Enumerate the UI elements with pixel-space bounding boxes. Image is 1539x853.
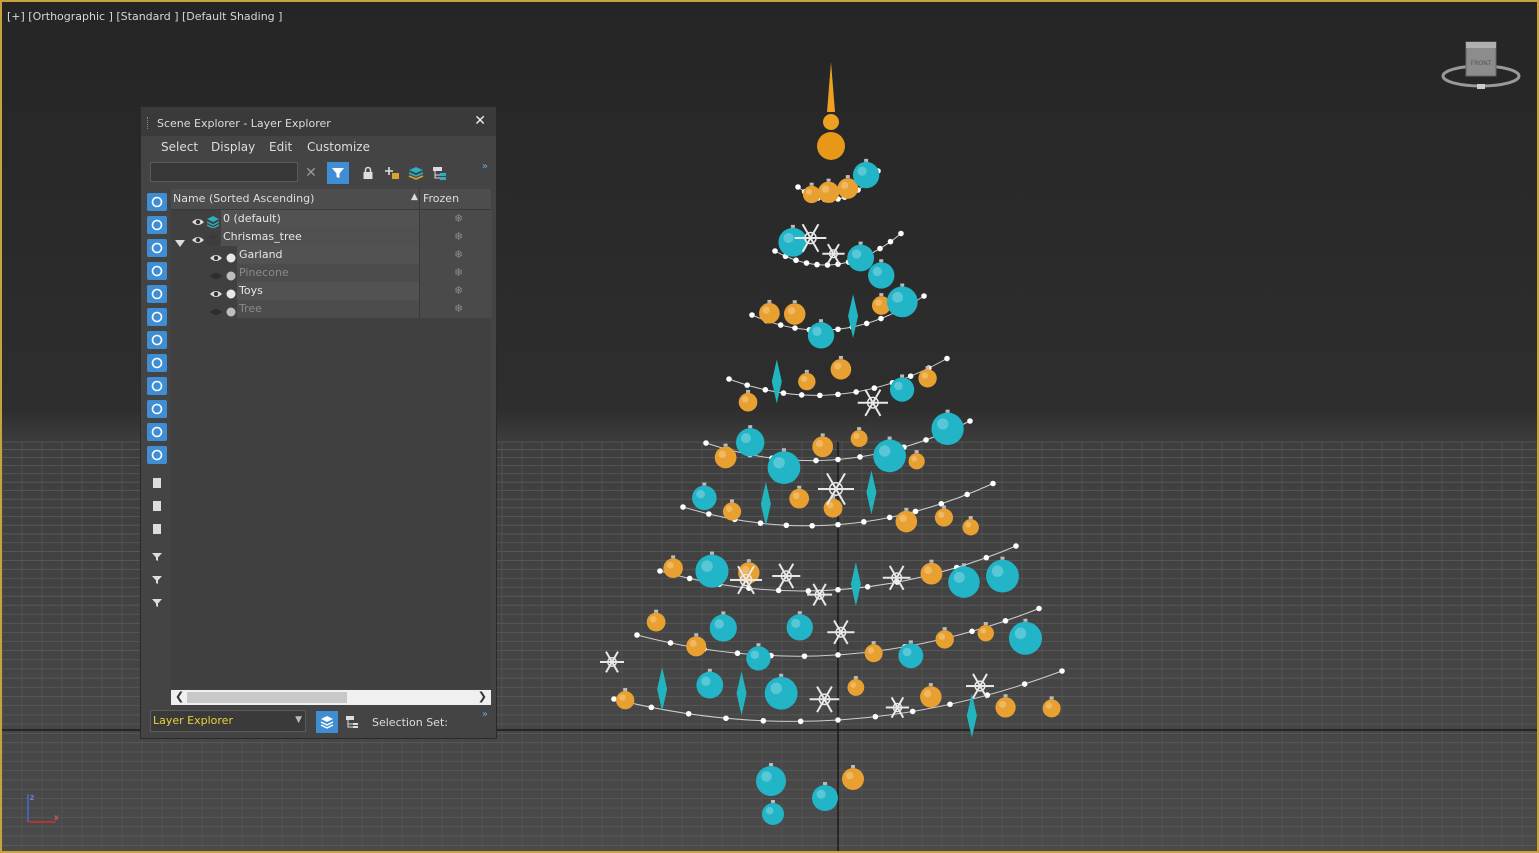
display-none-icon[interactable] [147, 497, 167, 515]
xref-filter-icon[interactable] [147, 354, 167, 372]
display-filter-sidebar [146, 191, 170, 711]
snowflake-icon: ❄ [454, 230, 464, 243]
spacewarp-filter-icon[interactable] [147, 308, 167, 326]
object-dot-icon [225, 303, 237, 317]
close-icon[interactable]: ✕ [474, 113, 486, 129]
column-frozen[interactable]: Frozen [419, 189, 492, 209]
filter-settings-icon[interactable] [147, 548, 167, 566]
layer-row[interactable]: Tree ❄ [171, 300, 492, 318]
lock-icon[interactable] [357, 162, 379, 184]
viewcube-face-label: FRONT [1471, 60, 1492, 67]
camera-filter-icon[interactable] [147, 262, 167, 280]
menu-display[interactable]: Display [211, 140, 255, 154]
layer-name: Pinecone [239, 266, 289, 279]
snowflake-icon: ❄ [454, 248, 464, 261]
scroll-right-icon[interactable]: ❯ [478, 690, 487, 703]
display-all-icon[interactable] [147, 474, 167, 492]
eye-icon[interactable] [209, 285, 223, 297]
frozen-toggle[interactable]: ❄ [419, 228, 492, 246]
frozen-toggle[interactable]: ❄ [419, 264, 492, 282]
frozen-toggle[interactable]: ❄ [419, 246, 492, 264]
snowflake-icon: ❄ [454, 266, 464, 279]
layer-name: Toys [239, 284, 263, 297]
search-input[interactable] [150, 162, 298, 182]
shape-filter-icon[interactable] [147, 216, 167, 234]
sort-ascending-icon: ▲ [411, 192, 418, 202]
frozen-toggle[interactable]: ❄ [419, 282, 492, 300]
svg-text:z: z [30, 793, 34, 802]
layer-stack-icon [206, 213, 220, 229]
frozen-toggle[interactable]: ❄ [419, 300, 492, 318]
explorer-mode-dropdown[interactable]: Layer Explorer ▼ [150, 710, 306, 732]
scroll-left-icon[interactable]: ❮ [175, 690, 184, 703]
layer-row[interactable]: 0 (default) ❄ [171, 210, 492, 229]
object-dot-icon [225, 267, 237, 281]
frozen-filter-icon[interactable] [147, 423, 167, 441]
snowflake-icon: ❄ [454, 302, 464, 315]
viewport-label[interactable]: [+] [Orthographic ] [Standard ] [Default… [7, 10, 282, 23]
eye-icon[interactable] [209, 249, 223, 261]
add-layer-icon[interactable] [381, 162, 403, 184]
bone-filter-icon[interactable] [147, 377, 167, 395]
invert-display-icon[interactable] [147, 520, 167, 538]
layer-row[interactable]: Garland ❄ [171, 246, 492, 264]
footer-overflow-icon[interactable]: » [482, 709, 488, 720]
eye-icon[interactable] [191, 213, 205, 225]
toolbar-overflow-icon[interactable]: » [482, 161, 488, 172]
sort-by-layer-button[interactable] [316, 711, 338, 733]
filter-icon[interactable] [327, 162, 349, 184]
axis-tripod: z x [27, 793, 59, 823]
panel-title: Scene Explorer - Layer Explorer [157, 117, 331, 130]
filter-icon[interactable] [147, 571, 167, 589]
frozen-toggle[interactable]: ❄ [419, 210, 492, 228]
selection-set-label[interactable]: Selection Set: [372, 716, 448, 729]
hierarchy-icon[interactable] [429, 162, 451, 184]
helper-filter-icon[interactable] [147, 285, 167, 303]
snowflake-icon: ❄ [454, 212, 464, 225]
list-header: Name (Sorted Ascending) ▲ Frozen [171, 189, 491, 210]
layer-list[interactable]: Name (Sorted Ascending) ▲ Frozen 0 (defa… [171, 189, 492, 689]
layer-name: 0 (default) [223, 212, 281, 225]
layer-name: Tree [239, 302, 262, 315]
viewcube[interactable]: FRONT [1438, 38, 1524, 94]
eye-icon[interactable] [209, 267, 223, 279]
layer-stack-icon [206, 231, 220, 247]
scene-explorer-panel[interactable]: Scene Explorer - Layer Explorer ✕ Select… [140, 106, 497, 739]
group-filter-icon[interactable] [147, 331, 167, 349]
layer-name: Chrismas_tree [223, 230, 302, 243]
object-dot-icon [225, 285, 237, 299]
layer-row[interactable]: Pinecone ❄ [171, 264, 492, 282]
eye-icon[interactable] [191, 231, 205, 243]
eye-icon[interactable] [209, 303, 223, 315]
explorer-mode-value: Layer Explorer [153, 714, 233, 727]
scrollbar-thumb[interactable] [187, 692, 347, 703]
drag-grip[interactable] [147, 117, 150, 129]
selection-set-icon[interactable] [147, 594, 167, 612]
sort-by-hierarchy-button[interactable] [341, 711, 363, 733]
hidden-filter-icon[interactable] [147, 446, 167, 464]
layers-icon[interactable] [405, 162, 427, 184]
geometry-filter-icon[interactable] [147, 193, 167, 211]
layer-row[interactable]: Chrismas_tree ❄ [171, 228, 492, 247]
horizontal-scrollbar[interactable]: ❮ ❯ [171, 690, 491, 705]
snowflake-icon: ❄ [454, 284, 464, 297]
panel-footer: Layer Explorer ▼ Selection Set: » [141, 707, 496, 737]
menu-select[interactable]: Select [161, 140, 198, 154]
object-dot-icon [225, 249, 237, 263]
column-name[interactable]: Name (Sorted Ascending) [173, 192, 314, 205]
svg-text:x: x [54, 813, 59, 822]
layer-row[interactable]: Toys ❄ [171, 282, 492, 300]
expand-toggle-icon[interactable] [175, 233, 187, 247]
chevron-down-icon: ▼ [295, 715, 302, 725]
panel-title-bar[interactable]: Scene Explorer - Layer Explorer ✕ [141, 107, 496, 136]
panel-toolbar: ✕ [141, 161, 496, 187]
menu-edit[interactable]: Edit [269, 140, 292, 154]
panel-menu-bar: Select Display Edit Customize [141, 137, 496, 159]
orthographic-viewport[interactable]: [+] [Orthographic ] [Standard ] [Default… [0, 0, 1539, 853]
menu-customize[interactable]: Customize [307, 140, 370, 154]
container-filter-icon[interactable] [147, 400, 167, 418]
light-filter-icon[interactable] [147, 239, 167, 257]
layer-name: Garland [239, 248, 283, 261]
clear-search-icon[interactable]: ✕ [300, 162, 322, 184]
